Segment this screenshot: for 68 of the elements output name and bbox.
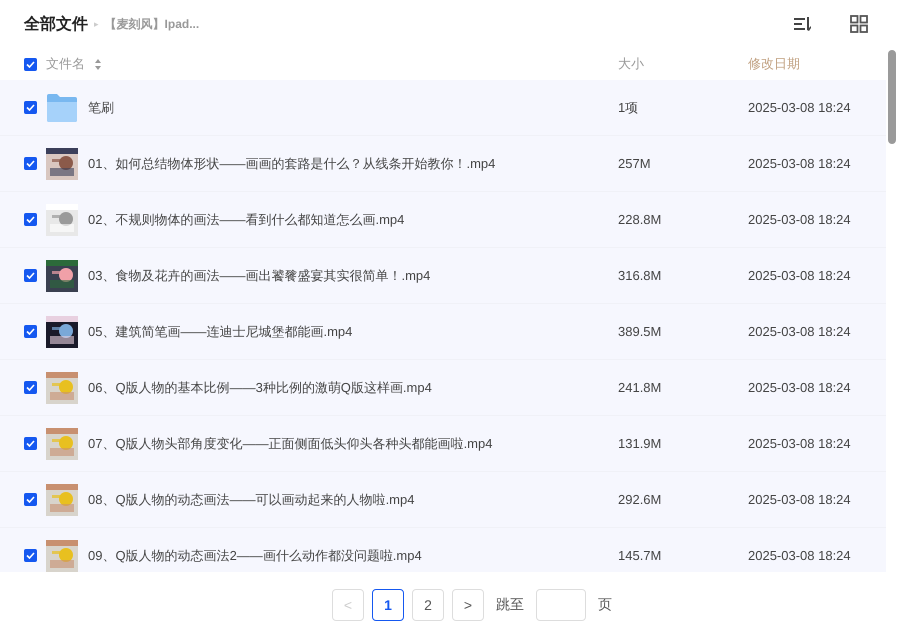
- grid-view-icon[interactable]: [850, 15, 868, 33]
- file-size: 316.8M: [618, 268, 662, 283]
- file-size: 241.8M: [618, 380, 662, 395]
- file-size: 145.7M: [618, 548, 662, 563]
- breadcrumb-separator: ▸: [94, 18, 99, 30]
- checkmark-icon: [26, 496, 35, 503]
- row-checkbox[interactable]: [24, 437, 37, 450]
- checkmark-icon: [26, 216, 35, 223]
- sort-icon[interactable]: [794, 16, 812, 32]
- file-size: 131.9M: [618, 436, 662, 451]
- checkmark-icon: [26, 160, 35, 167]
- modified-date: 2025-03-08 18:24: [748, 100, 851, 115]
- file-row[interactable]: 09、Q版人物的动态画法2——画什么动作都没问题啦.mp4 145.7M 2025-03-08 18:24: [0, 528, 886, 572]
- file-row[interactable]: 笔刷 1项 2025-03-08 18:24: [0, 80, 886, 136]
- modified-date: 2025-03-08 18:24: [748, 212, 851, 227]
- checkmark-icon: [26, 552, 35, 559]
- file-row[interactable]: 03、食物及花卉的画法——画出饕餮盛宴其实很简单！.mp4 316.8M 2025-03-08 18:24: [0, 248, 886, 304]
- file-row[interactable]: 05、建筑简笔画——连迪士尼城堡都能画.mp4 389.5M 2025-03-08 18:24: [0, 304, 886, 360]
- modified-date: 2025-03-08 18:24: [748, 156, 851, 171]
- file-row[interactable]: 01、如何总结物体形状——画画的套路是什么？从线条开始教你！.mp4 257M 2025-03-08 18:24: [0, 136, 886, 192]
- file-name[interactable]: 笔刷: [88, 98, 114, 116]
- page-button[interactable]: 2: [412, 588, 444, 620]
- folder-icon: [46, 92, 78, 122]
- row-checkbox[interactable]: [24, 101, 37, 114]
- file-name[interactable]: 06、Q版人物的基本比例——3种比例的激萌Q版这样画.mp4: [88, 378, 432, 396]
- file-name[interactable]: 09、Q版人物的动态画法2——画什么动作都没问题啦.mp4: [88, 546, 422, 564]
- row-checkbox[interactable]: [24, 157, 37, 170]
- file-name[interactable]: 08、Q版人物的动态画法——可以画动起来的人物啦.mp4: [88, 490, 414, 508]
- file-name[interactable]: 05、建筑简笔画——连迪士尼城堡都能画.mp4: [88, 322, 352, 340]
- checkmark-icon: [26, 104, 35, 111]
- file-name[interactable]: 07、Q版人物头部角度变化——正面侧面低头仰头各种头都能画啦.mp4: [88, 434, 492, 452]
- checkmark-icon: [26, 60, 35, 68]
- file-size: 389.5M: [618, 324, 662, 339]
- jump-label: 跳至: [496, 596, 524, 614]
- file-size: 292.6M: [618, 492, 662, 507]
- modified-date: 2025-03-08 18:24: [748, 324, 851, 339]
- checkmark-icon: [26, 440, 35, 447]
- page-input-field[interactable]: [536, 588, 586, 620]
- page-button[interactable]: 1: [372, 588, 404, 620]
- page-unit-label: 页: [598, 596, 612, 614]
- modified-date: 2025-03-08 18:24: [748, 436, 851, 451]
- row-checkbox[interactable]: [24, 325, 37, 338]
- file-row[interactable]: 06、Q版人物的基本比例——3种比例的激萌Q版这样画.mp4 241.8M 2025-03-08 18:24: [0, 360, 886, 416]
- file-size: 228.8M: [618, 212, 662, 227]
- select-all-checkbox[interactable]: [24, 58, 37, 70]
- checkmark-icon: [26, 272, 35, 279]
- file-name[interactable]: 01、如何总结物体形状——画画的套路是什么？从线条开始教你！.mp4: [88, 154, 496, 172]
- row-checkbox[interactable]: [24, 269, 37, 282]
- row-checkbox[interactable]: [24, 493, 37, 506]
- checkmark-icon: [26, 384, 35, 391]
- row-checkbox[interactable]: [24, 549, 37, 562]
- row-checkbox[interactable]: [24, 381, 37, 394]
- modified-date: 2025-03-08 18:24: [748, 380, 851, 395]
- modified-date: 2025-03-08 18:24: [748, 268, 851, 283]
- file-row[interactable]: 08、Q版人物的动态画法——可以画动起来的人物啦.mp4 292.6M 2025-03-08 18:24: [0, 472, 886, 528]
- scrollbar[interactable]: [888, 50, 896, 144]
- modified-date: 2025-03-08 18:24: [748, 492, 851, 507]
- file-row[interactable]: 02、不规则物体的画法——看到什么都知道怎么画.mp4 228.8M 2025-03-08 18:24: [0, 192, 886, 248]
- file-size: 1项: [618, 98, 640, 116]
- modified-date: 2025-03-08 18:24: [748, 548, 851, 563]
- row-checkbox[interactable]: [24, 213, 37, 226]
- breadcrumb-root[interactable]: 全部文件: [24, 14, 88, 34]
- file-name[interactable]: 02、不规则物体的画法——看到什么都知道怎么画.mp4: [88, 210, 404, 228]
- file-size: 257M: [618, 156, 652, 171]
- file-row[interactable]: 07、Q版人物头部角度变化——正面侧面低头仰头各种头都能画啦.mp4 131.9M 2025-03-08 18:24: [0, 416, 886, 472]
- next-page-button[interactable]: >: [452, 588, 484, 620]
- checkmark-icon: [26, 328, 35, 335]
- file-name[interactable]: 03、食物及花卉的画法——画出饕餮盛宴其实很简单！.mp4: [88, 266, 430, 284]
